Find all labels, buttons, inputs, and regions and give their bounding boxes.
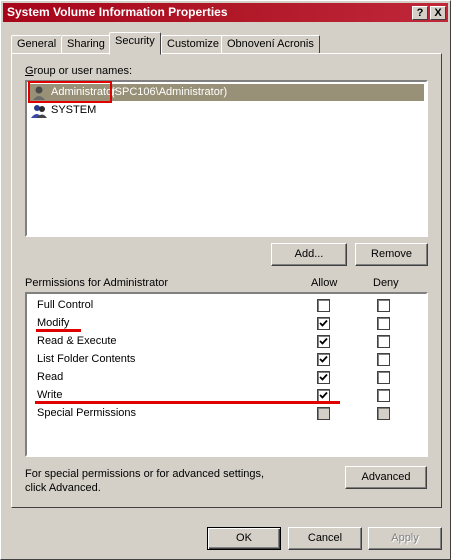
close-button[interactable]: X: [430, 6, 446, 20]
users-listbox[interactable]: Administrator (SPC106\Administrator) SYS…: [25, 80, 428, 237]
group-names-label: Group or user names:: [25, 65, 132, 77]
deny-checkbox[interactable]: [377, 335, 390, 348]
deny-checkbox: [377, 407, 390, 420]
permissions-listbox: Full Control Modify Read & Execute List Fol…: [25, 292, 428, 457]
allow-checkbox[interactable]: [317, 335, 330, 348]
allow-header: Allow: [311, 277, 338, 289]
deny-checkbox[interactable]: [377, 371, 390, 384]
list-item-system[interactable]: SYSTEM: [29, 102, 424, 119]
deny-checkbox[interactable]: [377, 317, 390, 330]
tab-general[interactable]: General: [11, 35, 63, 54]
permission-name: Read: [37, 371, 64, 383]
allow-checkbox[interactable]: [317, 299, 330, 312]
allow-checkbox[interactable]: [317, 317, 330, 330]
cancel-button[interactable]: Cancel: [288, 527, 362, 550]
help-button[interactable]: ?: [412, 6, 428, 20]
user-name: SYSTEM: [51, 104, 97, 116]
deny-header: Deny: [373, 277, 399, 289]
annotation-underline-modify: [36, 329, 81, 332]
permission-name: Read & Execute: [37, 335, 117, 347]
annotation-underline-write: [35, 401, 340, 404]
add-button[interactable]: Add...: [271, 243, 347, 266]
window-title: System Volume Information Properties: [7, 5, 228, 19]
advanced-button[interactable]: Advanced: [345, 466, 427, 489]
advanced-help-text-1: For special permissions or for advanced …: [25, 468, 265, 480]
permission-name: Full Control: [37, 299, 94, 311]
permission-name: List Folder Contents: [37, 353, 136, 365]
users-group-icon: [31, 105, 47, 118]
tab-security[interactable]: Security: [109, 32, 161, 55]
deny-checkbox[interactable]: [377, 299, 390, 312]
permission-name: Special Permissions: [37, 407, 137, 419]
user-detail: (SPC106\Administrator): [111, 86, 228, 98]
ok-button[interactable]: OK: [207, 527, 281, 550]
advanced-help-text-2: click Advanced.: [25, 482, 101, 494]
remove-button[interactable]: Remove: [355, 243, 428, 266]
title-bar[interactable]: System Volume Information Properties ? X: [3, 3, 448, 22]
annotation-box-administrator: [28, 81, 112, 103]
tab-obnoveni-acronis[interactable]: Obnovení Acronis: [221, 35, 320, 54]
tab-sharing[interactable]: Sharing: [61, 35, 111, 54]
apply-button[interactable]: Apply: [368, 527, 442, 550]
deny-checkbox[interactable]: [377, 353, 390, 366]
tab-customize[interactable]: Customize: [161, 35, 225, 54]
properties-window: System Volume Information Properties ? X…: [0, 0, 451, 560]
allow-checkbox: [317, 407, 330, 420]
allow-checkbox[interactable]: [317, 371, 330, 384]
deny-checkbox[interactable]: [377, 389, 390, 402]
security-panel: Group or user names: Administrator (SPC1…: [11, 53, 442, 508]
permissions-label: Permissions for Administrator: [25, 277, 169, 289]
allow-checkbox[interactable]: [317, 353, 330, 366]
